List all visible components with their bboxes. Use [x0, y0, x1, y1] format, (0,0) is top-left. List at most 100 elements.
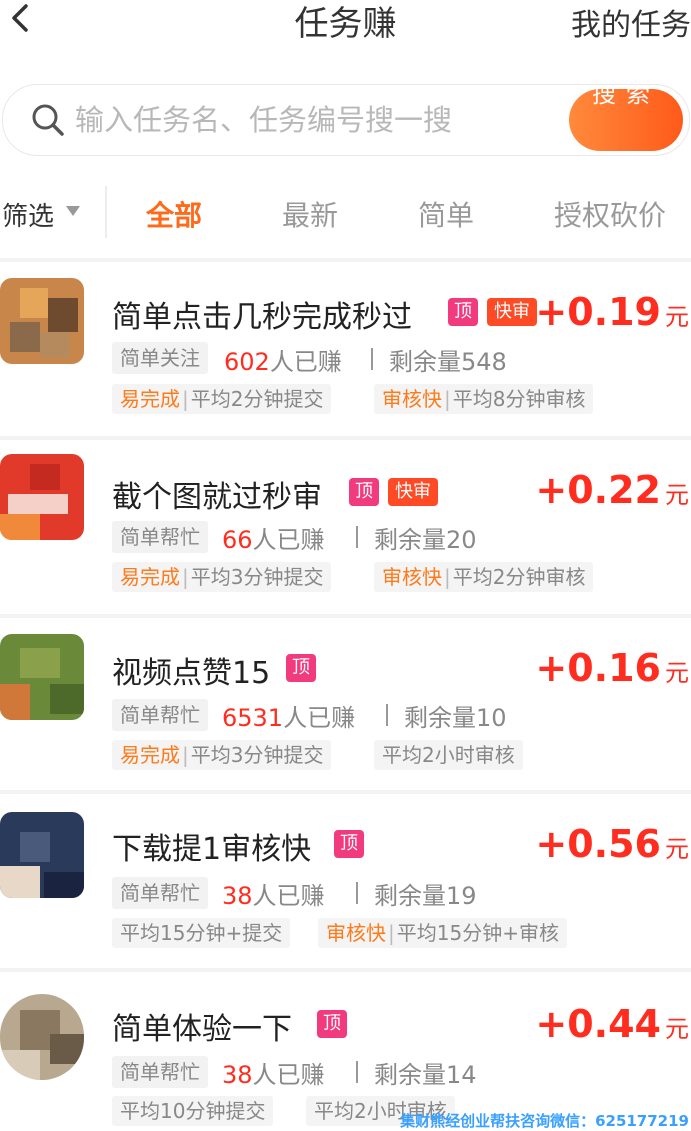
tag-highlight: 易完成 — [120, 743, 180, 767]
remaining-count: 剩余量548 — [389, 348, 507, 376]
price-value: +0.19 — [535, 290, 661, 334]
task-title: 截个图就过秒审 — [112, 480, 322, 515]
divider — [386, 704, 388, 726]
top-badge: 顶 — [286, 654, 316, 682]
task-price: +0.16 元 — [535, 646, 689, 690]
tag-text: 平均8分钟审核 — [452, 387, 586, 411]
tag-separator: | — [444, 387, 451, 411]
task-price: +0.22 元 — [535, 468, 689, 512]
earned-suffix: 人已赚 — [252, 526, 325, 554]
earned-number: 602 — [224, 348, 270, 376]
tag-text: 平均2分钟审核 — [452, 565, 586, 589]
task-price: +0.56 元 — [535, 822, 689, 866]
task-price: +0.19 元 — [535, 290, 689, 334]
dropdown-arrow-icon[interactable] — [66, 206, 80, 216]
tag-text: 平均3分钟提交 — [190, 743, 324, 767]
task-avatar — [0, 994, 84, 1080]
earned-count: 38人已赚 — [222, 876, 325, 911]
search-input[interactable] — [75, 99, 495, 141]
task-avatar — [0, 634, 84, 720]
task-avatar — [0, 278, 84, 364]
tab-latest[interactable]: 最新 — [282, 194, 338, 234]
submit-time-tag: 平均10分钟提交 — [112, 1096, 274, 1126]
tab-all[interactable]: 全部 — [146, 194, 202, 234]
remaining-count: 剩余量20 — [374, 526, 477, 554]
earned-suffix: 人已赚 — [252, 882, 325, 910]
earned-count: 6531人已赚 — [222, 698, 355, 733]
tag-highlight: 易完成 — [120, 565, 180, 589]
task-price: +0.44 元 — [535, 1002, 689, 1046]
tag-separator: | — [182, 387, 189, 411]
divider — [0, 614, 691, 618]
tab-simple[interactable]: 简单 — [418, 194, 474, 234]
category-tag: 简单关注 — [112, 342, 208, 374]
task-title: 下载提1审核快 — [112, 832, 312, 867]
fast-review-badge: 快审 — [487, 298, 537, 326]
earned-count: 38人已赚 — [222, 1055, 325, 1090]
tag-text: 平均3分钟提交 — [190, 565, 324, 589]
top-badge: 顶 — [349, 478, 379, 506]
tag-separator: | — [182, 743, 189, 767]
earned-number: 6531 — [222, 704, 284, 732]
divider — [356, 1061, 358, 1083]
search-button[interactable]: 搜索 — [569, 89, 683, 151]
divider — [356, 882, 358, 904]
tag-highlight: 易完成 — [120, 387, 180, 411]
price-value: +0.16 — [535, 646, 661, 690]
fast-review-badge: 快审 — [388, 478, 438, 506]
earned-number: 38 — [222, 882, 253, 910]
earned-suffix: 人已赚 — [283, 704, 356, 732]
divider — [356, 526, 358, 548]
review-time-tag: 审核快 | 平均8分钟审核 — [374, 384, 594, 414]
task-title: 简单点击几秒完成秒过 — [112, 300, 412, 335]
price-unit: 元 — [665, 303, 689, 331]
task-avatar — [0, 812, 84, 898]
review-time-tag: 审核快 | 平均15分钟+审核 — [318, 918, 567, 948]
submit-time-tag: 易完成 | 平均2分钟提交 — [112, 384, 332, 414]
category-tag: 简单帮忙 — [112, 877, 208, 909]
price-value: +0.56 — [535, 822, 661, 866]
divider — [371, 348, 373, 370]
task-title: 简单体验一下 — [112, 1012, 292, 1047]
price-unit: 元 — [665, 481, 689, 509]
tag-highlight: 审核快 — [382, 387, 442, 411]
divider — [105, 186, 107, 238]
search-icon — [32, 104, 64, 136]
category-tag: 简单帮忙 — [112, 1056, 208, 1088]
divider — [0, 968, 691, 972]
review-time-tag: 审核快 | 平均2分钟审核 — [374, 562, 594, 592]
header: 任务赚 我的任务 — [0, 0, 691, 60]
tag-highlight: 审核快 — [326, 921, 386, 945]
task-title: 视频点赞15 — [112, 656, 271, 691]
filter-button[interactable]: 筛选 — [2, 196, 54, 233]
tab-authorized-bargain[interactable]: 授权砍价 — [554, 194, 666, 234]
my-tasks-link[interactable]: 我的任务 — [571, 0, 691, 44]
search-button-label: 搜索 — [592, 89, 660, 108]
earned-suffix: 人已赚 — [269, 348, 342, 376]
filter-bar: 筛选 全部 最新 简单 授权砍价 — [0, 186, 691, 246]
top-badge: 顶 — [448, 298, 478, 326]
price-value: +0.22 — [535, 468, 661, 512]
category-tag: 简单帮忙 — [112, 699, 208, 731]
remaining-count: 剩余量10 — [404, 704, 507, 732]
price-unit: 元 — [665, 659, 689, 687]
earned-number: 66 — [222, 526, 253, 554]
tag-text: 平均2分钟提交 — [190, 387, 324, 411]
search-bar: 搜索 — [2, 84, 690, 156]
earned-number: 38 — [222, 1061, 253, 1089]
divider — [0, 436, 691, 440]
earned-suffix: 人已赚 — [252, 1061, 325, 1089]
divider — [0, 258, 691, 262]
tag-text: 平均15分钟+审核 — [396, 921, 559, 945]
remaining-count: 剩余量19 — [374, 882, 477, 910]
category-tag: 简单帮忙 — [112, 521, 208, 553]
remaining-count: 剩余量14 — [374, 1061, 477, 1089]
top-badge: 顶 — [334, 830, 364, 858]
tag-separator: | — [182, 565, 189, 589]
top-badge: 顶 — [317, 1010, 347, 1038]
tag-separator: | — [444, 565, 451, 589]
submit-time-tag: 易完成 | 平均3分钟提交 — [112, 562, 332, 592]
price-value: +0.44 — [535, 1002, 661, 1046]
tag-highlight: 审核快 — [382, 565, 442, 589]
earned-count: 66人已赚 — [222, 520, 325, 555]
